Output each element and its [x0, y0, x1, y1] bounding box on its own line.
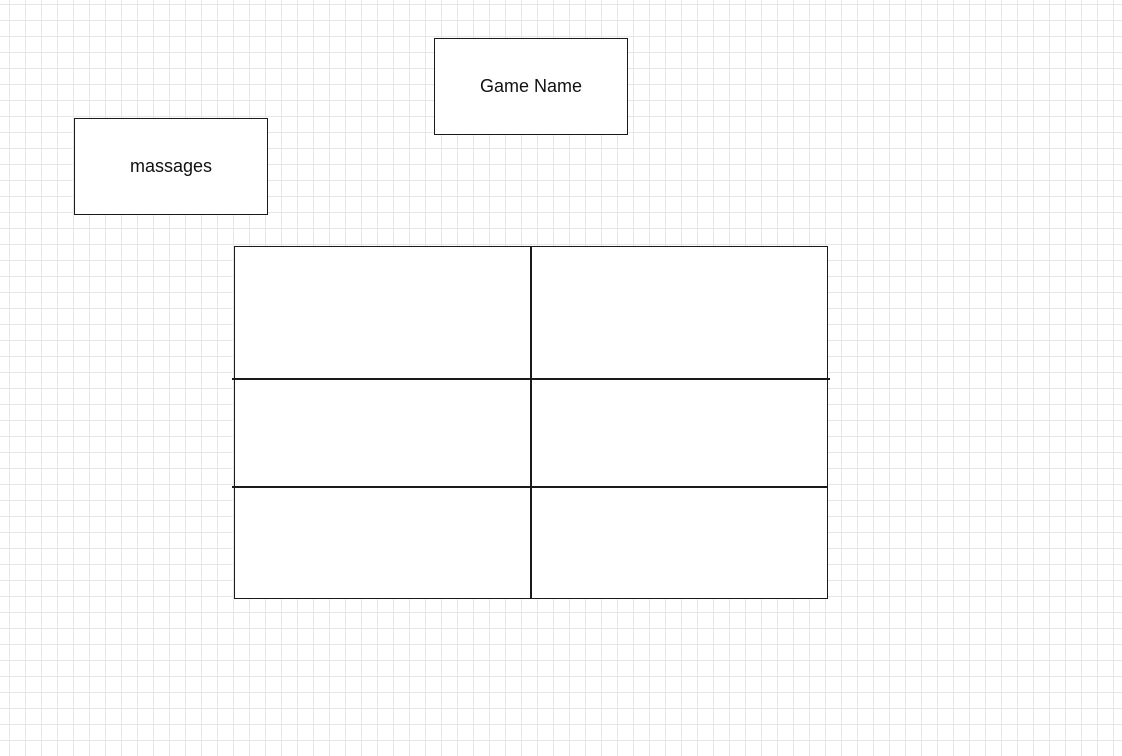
messages-box: massages	[74, 118, 268, 215]
board-cell-2	[532, 248, 826, 377]
game-name-label: Game Name	[479, 76, 583, 96]
board-row-divider-1	[232, 378, 830, 380]
board-cell-4	[532, 380, 826, 485]
messages-label: massages	[129, 156, 213, 176]
board-cell-1	[236, 248, 529, 377]
board-cell-5	[236, 488, 529, 597]
board-row-divider-2	[232, 486, 828, 488]
game-name-box: Game Name	[434, 38, 628, 135]
board-cell-3	[236, 380, 529, 485]
board-column-divider	[530, 246, 532, 599]
diagram-canvas: Game Name massages	[0, 0, 1122, 756]
board-cell-6	[532, 488, 826, 597]
